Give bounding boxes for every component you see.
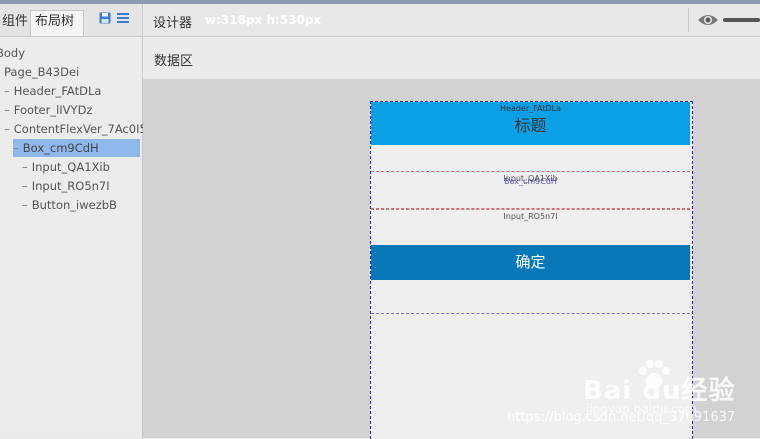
- left-panel-tabs: 组件 布局树: [0, 4, 142, 37]
- box-component-tag: Box_cm9CdH: [504, 177, 557, 186]
- header-component[interactable]: Header_FAtDLa 标题: [371, 102, 690, 145]
- tree-node[interactable]: – Header_FAtDLa: [4, 82, 101, 100]
- tree-node[interactable]: Page_B43Dei: [4, 63, 79, 81]
- tree-node[interactable]: Body: [0, 44, 25, 62]
- tree-node[interactable]: – ContentFlexVer_7Ac0I5: [4, 120, 147, 138]
- content-flex-boundary: [371, 313, 690, 314]
- designer-label: 设计器: [153, 16, 193, 31]
- paw-icon: [639, 360, 670, 389]
- tab-layout-tree[interactable]: 布局树: [30, 10, 84, 36]
- input-component-2[interactable]: Input_RO5n7I: [371, 209, 690, 246]
- data-area-label: 数据区: [154, 54, 194, 69]
- tree-node-label: Page_B43Dei: [4, 65, 80, 79]
- tree-node-label: ContentFlexVer_7Ac0I5: [13, 122, 147, 136]
- tree-node-connector: –: [13, 141, 19, 155]
- tree-node-label: Body: [0, 46, 26, 60]
- zoom-slider[interactable]: [723, 18, 760, 22]
- toolbar-divider: [688, 8, 689, 32]
- watermark-url: https://blog.csdn.net/qq_37691637: [507, 410, 736, 425]
- confirm-button[interactable]: 确定: [371, 245, 690, 280]
- tree-node[interactable]: – Button_iwezbB: [22, 196, 117, 214]
- tree-node-label: Input_QA1Xib: [31, 160, 110, 174]
- tree-node-label: Button_iwezbB: [31, 198, 117, 212]
- tree-node[interactable]: – Box_cm9CdH: [13, 139, 140, 157]
- design-canvas[interactable]: Header_FAtDLa 标题 Input_QA1Xib Box_cm9CdH…: [143, 80, 760, 439]
- tree-node-label: Header_FAtDLa: [13, 84, 102, 98]
- header-title: 标题: [514, 116, 547, 135]
- canvas-size-label: w:318px h:530px: [205, 13, 322, 27]
- left-panel: 组件 布局树 BodyPage_B43Dei–Header_FAtDLa–Foo…: [0, 4, 147, 438]
- tree-node-label: Box_cm9CdH: [22, 141, 99, 155]
- save-icon[interactable]: [99, 12, 111, 24]
- tree-node-connector: –: [22, 179, 28, 193]
- tree-node[interactable]: – Input_RO5n7I: [22, 177, 110, 195]
- tree-node-connector: –: [4, 122, 10, 136]
- input-component-1[interactable]: Input_QA1Xib Box_cm9CdH: [371, 171, 690, 209]
- tree-node[interactable]: – Input_QA1Xib: [22, 158, 110, 176]
- list-icon[interactable]: [117, 12, 129, 24]
- tree-node-label: Input_RO5n7I: [31, 179, 110, 193]
- tree-node-connector: –: [4, 84, 10, 98]
- data-area-bar: 数据区: [143, 37, 760, 80]
- input-component-2-tag: Input_RO5n7I: [503, 212, 558, 221]
- tree-node-connector: –: [22, 198, 28, 212]
- tree-node-connector: –: [22, 160, 28, 174]
- tree-node-connector: –: [4, 103, 10, 117]
- tree-node-label: Footer_lIVYDz: [13, 103, 93, 117]
- tree-node[interactable]: – Footer_lIVYDz: [4, 101, 92, 119]
- designer-toolbar: 设计器 w:318px h:530px: [143, 4, 760, 37]
- eye-icon[interactable]: [697, 13, 719, 27]
- tab-components[interactable]: 组件: [0, 11, 33, 36]
